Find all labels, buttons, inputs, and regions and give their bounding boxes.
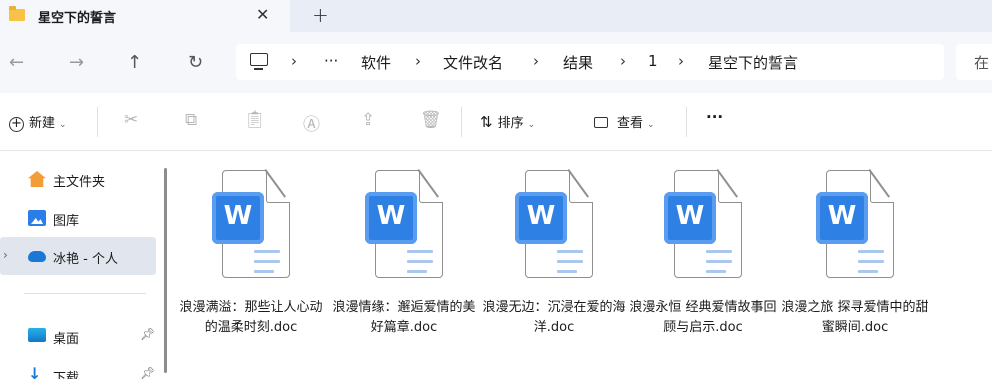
new-button-label: 新建 bbox=[29, 116, 56, 131]
toolbar-divider bbox=[686, 107, 687, 137]
delete-icon[interactable]: 🗑︎ bbox=[420, 110, 442, 130]
file-item[interactable]: W 浪漫无边：沉浸在爱的海洋.doc bbox=[479, 165, 629, 379]
file-name: 浪漫情缘：邂逅爱情的美好篇章.doc bbox=[332, 300, 476, 335]
sidebar-item-label: 桌面 bbox=[53, 332, 80, 347]
chevron-down-icon: ⌄ bbox=[527, 120, 536, 130]
breadcrumb-item[interactable]: 结果 bbox=[563, 52, 593, 73]
toolbar-divider bbox=[97, 107, 98, 137]
file-name: 浪漫永恒 经典爱情故事回顾与启示.doc bbox=[629, 300, 777, 335]
navigation-pane: 主文件夹 图库 › 冰艳 - 个人 桌面 📌︎ ↓ 下载 📌︎ bbox=[0, 151, 172, 379]
new-tab-button[interactable]: + bbox=[312, 3, 329, 27]
file-name: 浪漫之旅 探寻爱情中的甜蜜瞬间.doc bbox=[781, 300, 929, 335]
view-button[interactable]: 查看 ⌄ bbox=[594, 112, 655, 131]
chevron-right-icon[interactable]: › bbox=[3, 248, 8, 262]
breadcrumb-item[interactable]: 文件改名 bbox=[443, 52, 503, 73]
breadcrumb-separator[interactable]: › bbox=[291, 52, 297, 70]
word-document-icon: W bbox=[212, 170, 290, 280]
desktop-icon bbox=[28, 328, 46, 342]
download-icon: ↓ bbox=[28, 364, 42, 379]
back-button[interactable]: ← bbox=[9, 52, 24, 73]
search-placeholder: 在 bbox=[974, 54, 990, 72]
share-icon[interactable]: ⇪ bbox=[361, 110, 375, 130]
sidebar-item-label: 主文件夹 bbox=[53, 175, 106, 190]
breadcrumb-separator[interactable]: › bbox=[415, 52, 421, 70]
breadcrumb-item[interactable]: 软件 bbox=[361, 52, 391, 73]
cut-icon[interactable]: ✂ bbox=[124, 110, 138, 130]
tab-title: 星空下的誓言 bbox=[38, 11, 117, 26]
sidebar-scrollbar[interactable] bbox=[164, 168, 167, 373]
command-bar: + 新建 ⌄ ✂ ⧉ 📋︎ Ⓐ ⇪ 🗑︎ ⇅ 排序 ⌄ 查看 ⌄ ··· bbox=[0, 93, 992, 151]
breadcrumb-overflow[interactable]: ··· bbox=[324, 52, 338, 70]
file-item[interactable]: W 浪漫满溢：那些让人心动的温柔时刻.doc bbox=[176, 165, 326, 379]
sidebar-item-desktop[interactable]: 桌面 📌︎ bbox=[0, 317, 156, 355]
view-icon bbox=[594, 117, 608, 128]
new-button[interactable]: + 新建 ⌄ bbox=[9, 112, 67, 132]
word-document-icon: W bbox=[664, 170, 742, 280]
file-item[interactable]: W 浪漫情缘：邂逅爱情的美好篇章.doc bbox=[329, 165, 479, 379]
forward-button[interactable]: → bbox=[69, 52, 84, 73]
sidebar-item-label: 冰艳 - 个人 bbox=[53, 252, 118, 267]
sidebar-item-onedrive[interactable]: › 冰艳 - 个人 bbox=[0, 237, 156, 275]
file-item[interactable]: W 浪漫永恒 经典爱情故事回顾与启示.doc bbox=[628, 165, 778, 379]
chevron-down-icon: ⌄ bbox=[647, 120, 655, 130]
up-button[interactable]: ↑ bbox=[127, 52, 142, 73]
refresh-button[interactable]: ↻ bbox=[188, 52, 203, 73]
breadcrumb-separator[interactable]: › bbox=[533, 52, 539, 70]
view-button-label: 查看 bbox=[617, 116, 644, 131]
pin-icon[interactable]: 📌︎ bbox=[140, 366, 155, 379]
sort-button[interactable]: ⇅ 排序 ⌄ bbox=[480, 112, 535, 131]
file-item[interactable]: W 浪漫之旅 探寻爱情中的甜蜜瞬间.doc bbox=[780, 165, 930, 379]
sidebar-item-gallery[interactable]: 图库 bbox=[0, 199, 156, 237]
word-document-icon: W bbox=[515, 170, 593, 280]
cloud-icon bbox=[28, 251, 46, 262]
rename-icon[interactable]: Ⓐ bbox=[303, 110, 320, 135]
computer-icon[interactable] bbox=[250, 53, 268, 70]
navigation-bar: ← → ↑ ↻ › ··· 软件 › 文件改名 › 结果 › 1 › 星空下的誓… bbox=[0, 32, 992, 93]
sidebar-item-label: 图库 bbox=[53, 214, 80, 229]
word-document-icon: W bbox=[365, 170, 443, 280]
home-icon bbox=[28, 171, 46, 187]
sidebar-item-home[interactable]: 主文件夹 bbox=[0, 160, 156, 198]
sidebar-item-label: 下载 bbox=[53, 371, 80, 379]
breadcrumb-item[interactable]: 1 bbox=[648, 52, 658, 70]
file-name: 浪漫无边：沉浸在爱的海洋.doc bbox=[482, 300, 626, 335]
gallery-icon bbox=[28, 210, 46, 226]
chevron-down-icon: ⌄ bbox=[59, 120, 67, 130]
breadcrumb-current[interactable]: 星空下的誓言 bbox=[708, 52, 798, 73]
file-name: 浪漫满溢：那些让人心动的温柔时刻.doc bbox=[179, 300, 323, 335]
tab-active[interactable]: 星空下的誓言 ✕ bbox=[0, 0, 290, 32]
paste-icon[interactable]: 📋︎ bbox=[244, 110, 266, 130]
toolbar-divider bbox=[461, 107, 462, 137]
breadcrumb-separator[interactable]: › bbox=[620, 52, 626, 70]
sort-icon: ⇅ bbox=[480, 113, 493, 131]
breadcrumb-separator[interactable]: › bbox=[678, 52, 684, 70]
word-document-icon: W bbox=[816, 170, 894, 280]
more-options-button[interactable]: ··· bbox=[706, 108, 723, 126]
sidebar-item-downloads[interactable]: ↓ 下载 📌︎ bbox=[0, 356, 156, 379]
file-list: W 浪漫满溢：那些让人心动的温柔时刻.doc W 浪漫情缘：邂逅爱情的美好篇章.… bbox=[176, 151, 992, 379]
search-input[interactable]: 在 bbox=[956, 44, 992, 80]
plus-circle-icon: + bbox=[9, 117, 24, 132]
sort-button-label: 排序 bbox=[497, 116, 524, 131]
close-tab-icon[interactable]: ✕ bbox=[256, 5, 269, 24]
address-bar[interactable]: › ··· 软件 › 文件改名 › 结果 › 1 › 星空下的誓言 bbox=[236, 44, 944, 80]
sidebar-divider bbox=[24, 293, 146, 294]
title-bar: 星空下的誓言 ✕ + bbox=[0, 0, 992, 32]
copy-icon[interactable]: ⧉ bbox=[185, 110, 197, 130]
pin-icon[interactable]: 📌︎ bbox=[140, 327, 155, 341]
folder-icon bbox=[9, 6, 25, 21]
